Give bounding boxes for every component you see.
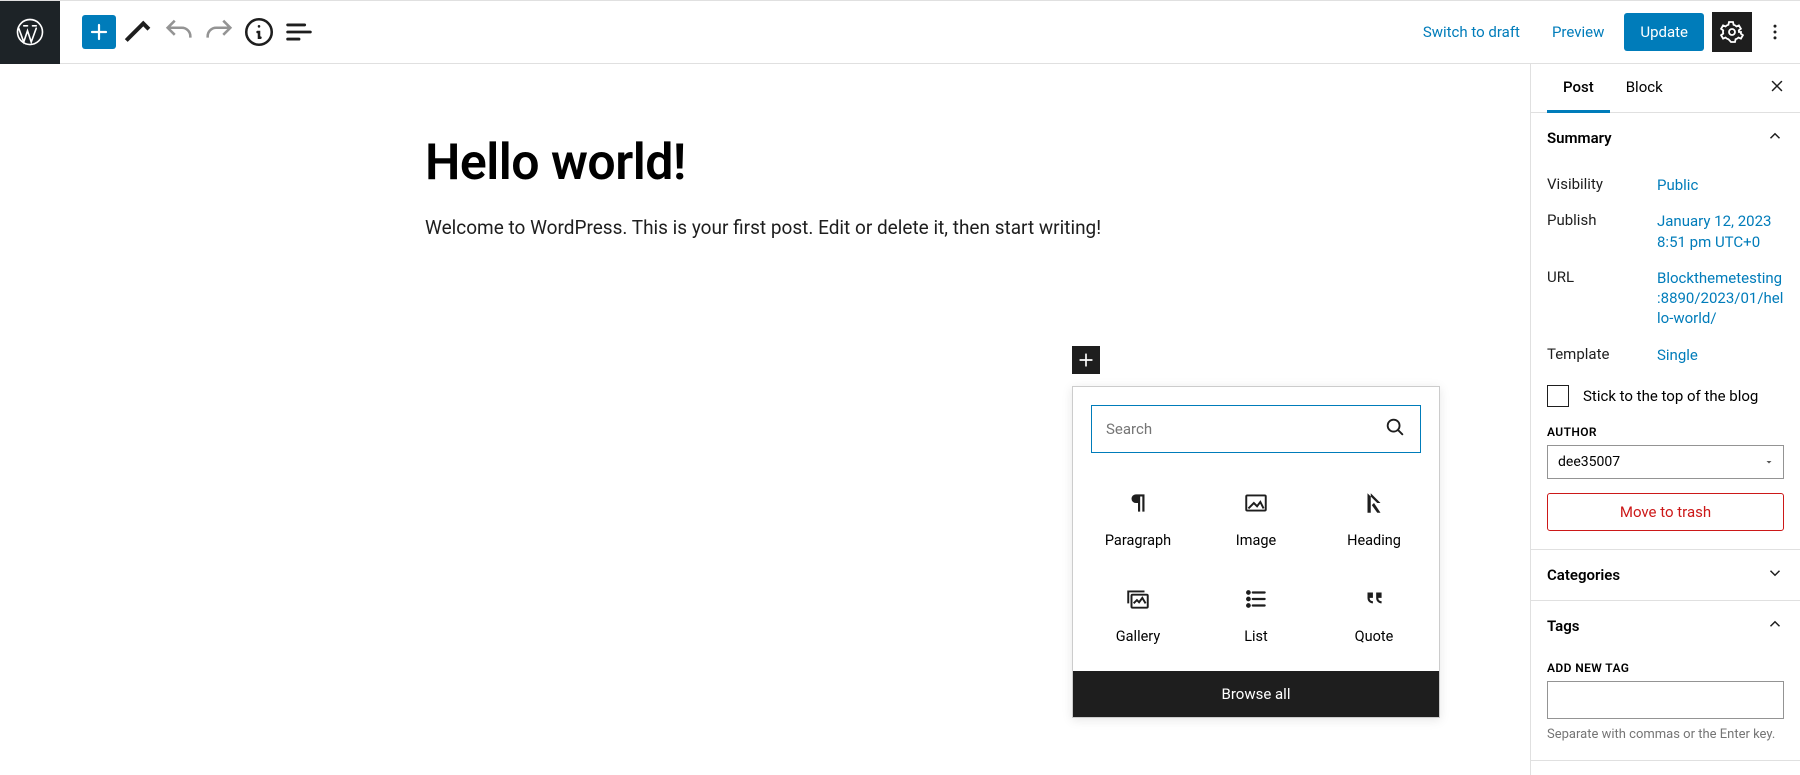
add-block-toolbar-button[interactable] [82,15,116,49]
inserter-search-box[interactable] [1091,405,1421,453]
post-body-paragraph[interactable]: Welcome to WordPress. This is your first… [425,216,1105,239]
block-list[interactable]: List [1197,567,1315,663]
block-paragraph[interactable]: Paragraph [1079,471,1197,567]
panel-title: Summary [1547,129,1612,147]
tag-input[interactable] [1547,681,1784,719]
close-sidebar-button[interactable] [1754,77,1800,99]
add-new-tag-label: ADD NEW TAG [1547,655,1784,675]
top-toolbar: Switch to draft Preview Update [0,0,1800,64]
panel-categories: Categories [1531,550,1800,601]
row-visibility: Visibility Public [1547,167,1784,203]
sidebar-tabs: Post Block [1531,64,1800,113]
panel-summary-body: Visibility Public Publish January 12, 20… [1531,163,1800,549]
chevron-down-icon [1766,564,1784,586]
block-image[interactable]: Image [1197,471,1315,567]
panel-tags-body: ADD NEW TAG Separate with commas or the … [1531,651,1800,760]
panel-categories-header[interactable]: Categories [1531,550,1800,600]
more-options-button[interactable] [1760,12,1790,52]
heading-icon [1361,490,1387,520]
details-button[interactable] [242,15,276,49]
list-icon [1243,586,1269,616]
block-label: Heading [1347,532,1401,549]
visibility-value[interactable]: Public [1657,175,1784,195]
inline-add-block-button[interactable] [1072,346,1100,374]
publish-value[interactable]: January 12, 2023 8:51 pm UTC+0 [1657,211,1784,252]
redo-button [202,15,236,49]
preview-link[interactable]: Preview [1540,15,1616,49]
block-inserter-popover: Paragraph Image Heading Gallery List [1072,386,1440,718]
image-icon [1243,490,1269,520]
undo-button [162,15,196,49]
browse-all-button[interactable]: Browse all [1073,671,1439,717]
toolbar-left-group [60,15,316,49]
tag-hint: Separate with commas or the Enter key. [1547,727,1784,742]
list-view-button[interactable] [282,15,316,49]
quote-icon [1361,586,1387,616]
paragraph-icon [1125,490,1151,520]
settings-sidebar: Post Block Summary Visibility Public Pub… [1530,64,1800,775]
panel-title: Tags [1547,617,1580,635]
tools-button[interactable] [122,15,156,49]
block-grid: Paragraph Image Heading Gallery List [1073,471,1439,671]
chevron-up-icon [1766,127,1784,149]
visibility-label: Visibility [1547,175,1657,193]
toolbar-right-group: Switch to draft Preview Update [1411,12,1790,52]
chevron-up-icon [1766,615,1784,637]
template-label: Template [1547,345,1657,363]
panel-summary-header[interactable]: Summary [1531,113,1800,163]
switch-to-draft-link[interactable]: Switch to draft [1411,15,1532,49]
block-label: Image [1236,532,1276,549]
row-publish: Publish January 12, 2023 8:51 pm UTC+0 [1547,203,1784,260]
block-gallery[interactable]: Gallery [1079,567,1197,663]
panel-tags: Tags ADD NEW TAG Separate with commas or… [1531,601,1800,761]
main-area: Hello world! Welcome to WordPress. This … [0,64,1800,775]
move-to-trash-button[interactable]: Move to trash [1547,493,1784,531]
gallery-icon [1125,586,1151,616]
row-template: Template Single [1547,337,1784,373]
block-label: Paragraph [1105,532,1171,549]
block-label: List [1244,628,1268,645]
template-value[interactable]: Single [1657,345,1784,365]
panel-title: Categories [1547,566,1620,584]
url-value[interactable]: Blockthemetesting:8890/2023/01/hello-wor… [1657,268,1784,329]
panel-tags-header[interactable]: Tags [1531,601,1800,651]
inserter-search-wrap [1073,387,1439,471]
block-label: Quote [1355,628,1394,645]
sticky-row[interactable]: Stick to the top of the blog [1547,373,1784,419]
inserter-search-input[interactable] [1106,420,1384,438]
block-heading[interactable]: Heading [1315,471,1433,567]
update-button[interactable]: Update [1624,13,1704,51]
row-url: URL Blockthemetesting:8890/2023/01/hello… [1547,260,1784,337]
settings-button[interactable] [1712,12,1752,52]
sticky-label: Stick to the top of the blog [1583,387,1758,405]
editor-canvas[interactable]: Hello world! Welcome to WordPress. This … [0,64,1530,775]
block-quote[interactable]: Quote [1315,567,1433,663]
publish-label: Publish [1547,211,1657,229]
block-label: Gallery [1116,628,1160,645]
search-icon [1384,416,1406,442]
tab-block[interactable]: Block [1610,64,1679,113]
author-select[interactable]: dee35007 [1547,445,1784,479]
panel-summary: Summary Visibility Public Publish Januar… [1531,113,1800,550]
author-label: AUTHOR [1547,419,1784,439]
url-label: URL [1547,268,1657,286]
sticky-checkbox[interactable] [1547,385,1569,407]
tab-post[interactable]: Post [1547,64,1610,113]
wordpress-logo[interactable] [0,1,60,64]
post-title[interactable]: Hello world! [425,134,1105,192]
